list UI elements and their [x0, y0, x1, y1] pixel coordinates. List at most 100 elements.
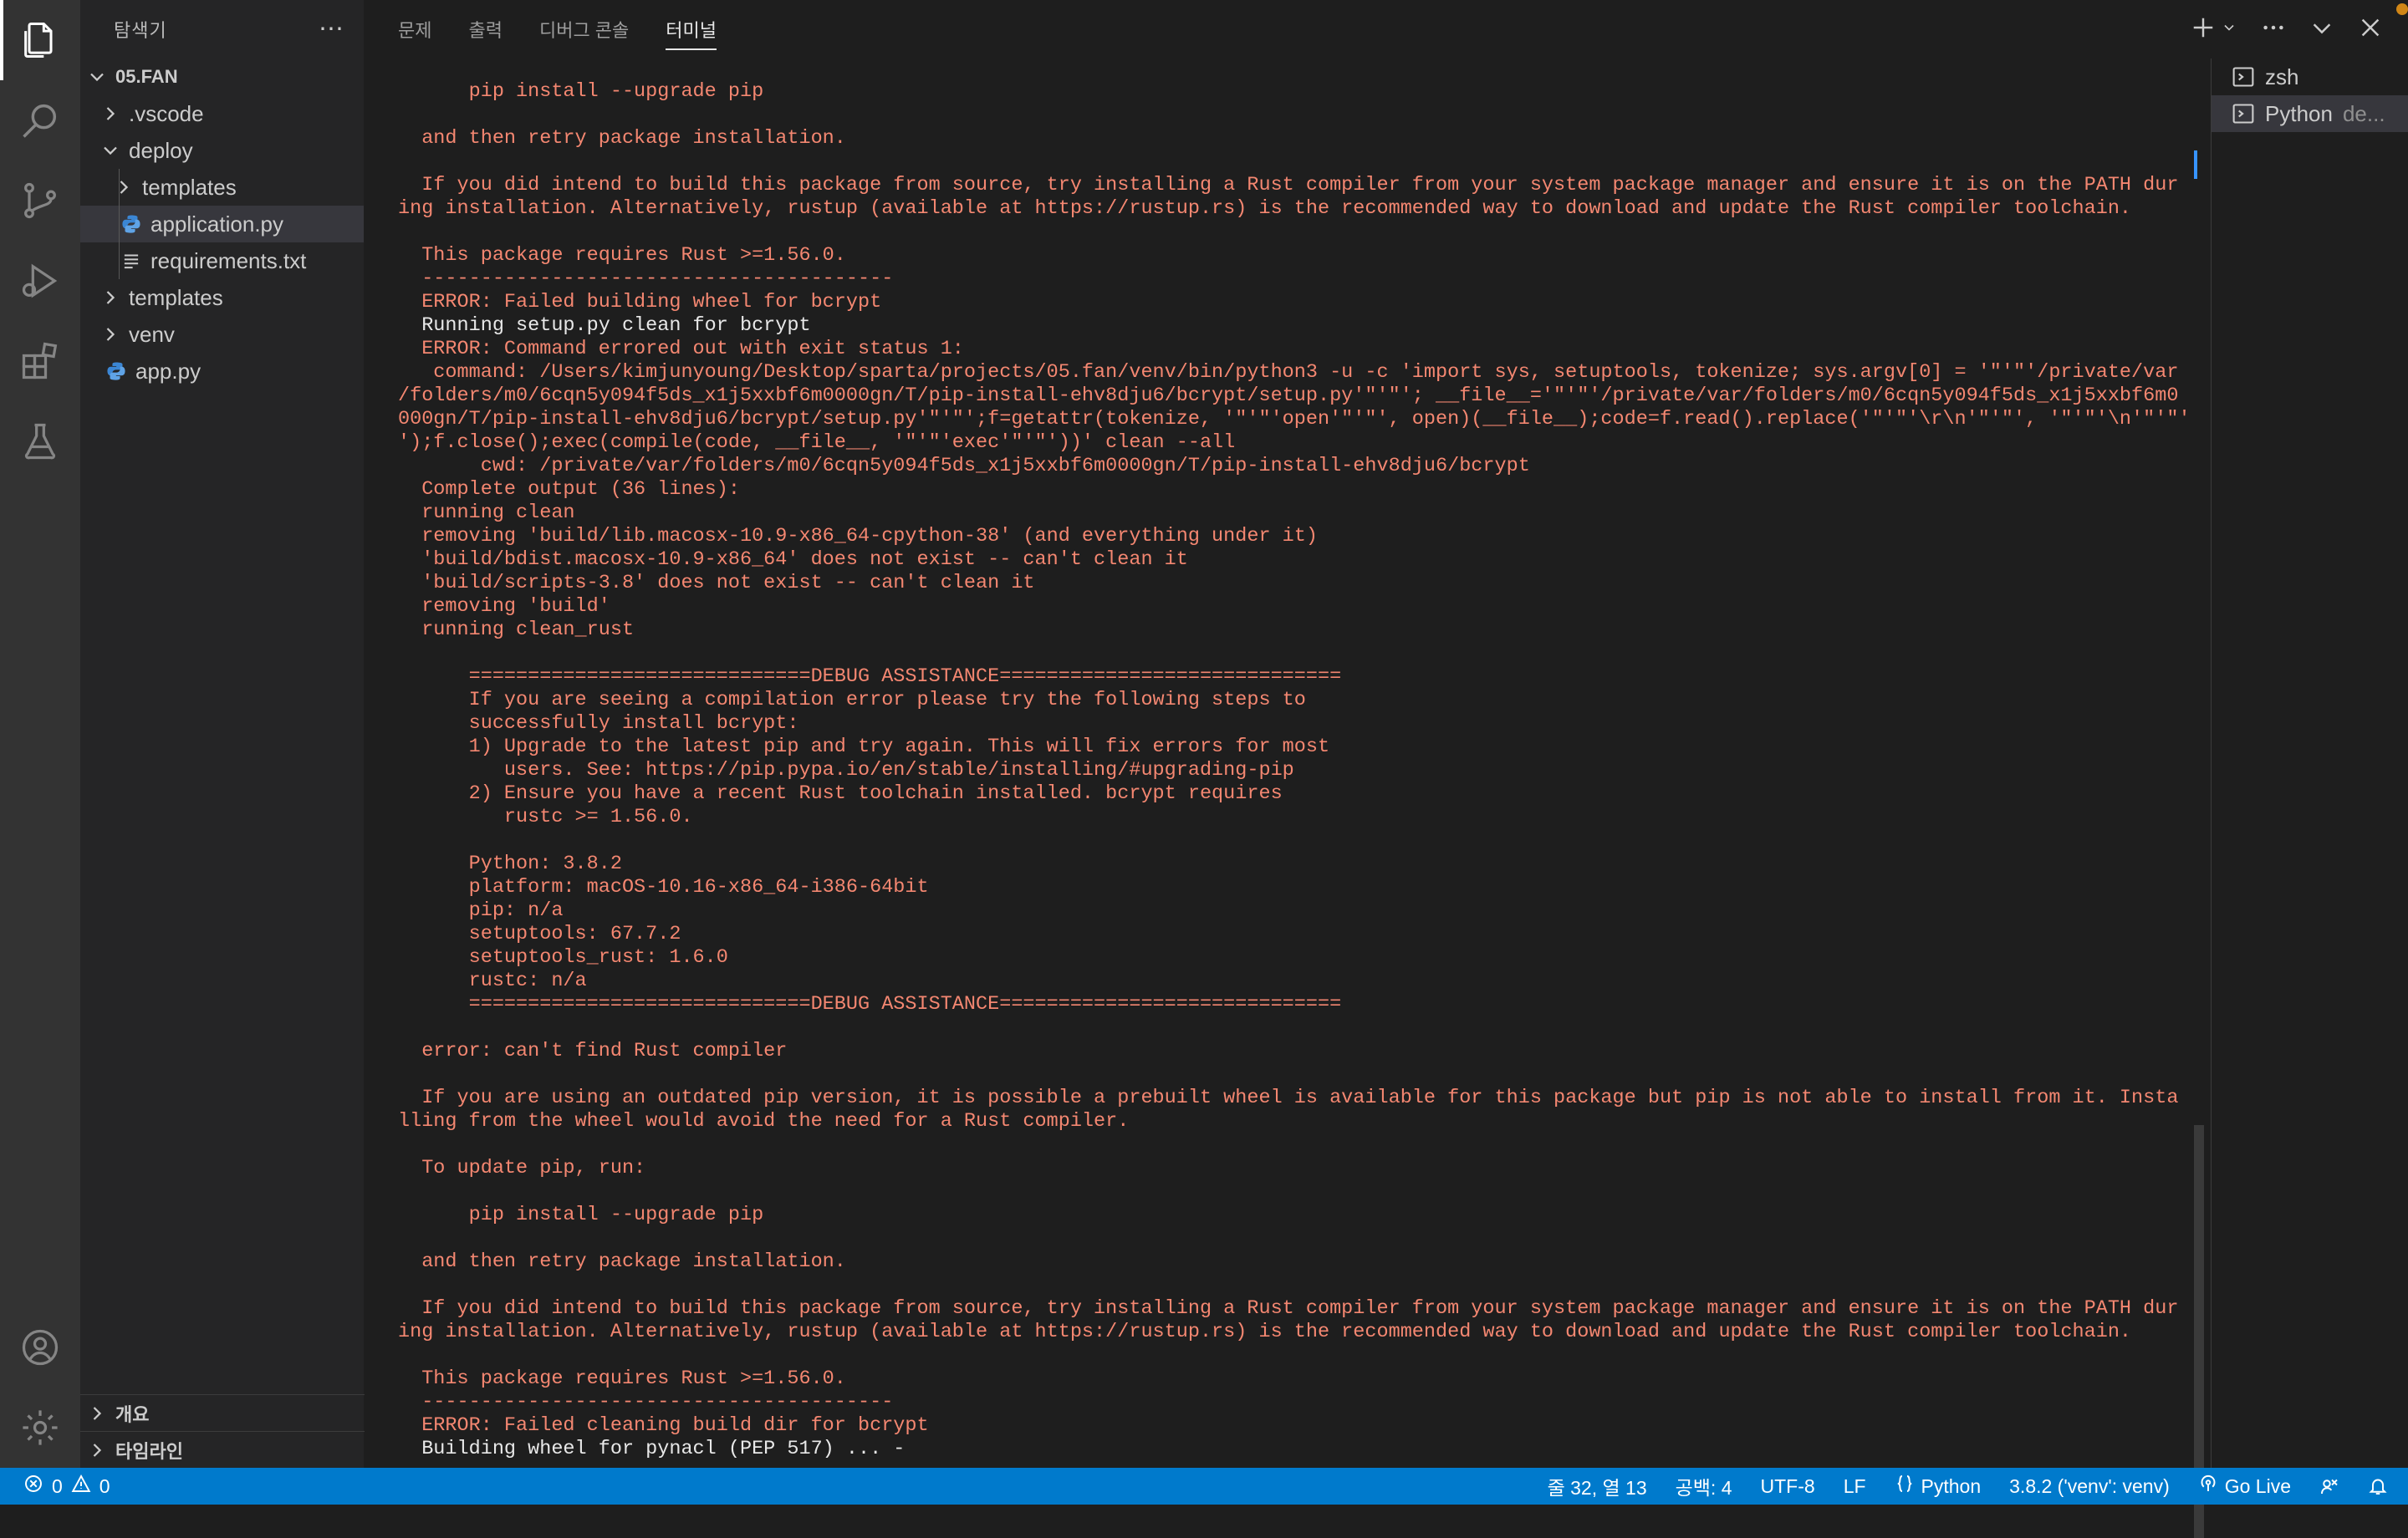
chevron-right-icon [99, 102, 122, 125]
notifications-bell-icon[interactable] [2368, 1476, 2388, 1496]
terminal-line: ERROR: Failed building wheel for bcrypt [398, 291, 882, 313]
folder-label: .vscode [129, 100, 204, 126]
terminal-line: Python: 3.8.2 [398, 853, 622, 875]
terminal-line: successfully install bcrypt: [398, 712, 799, 735]
terminal-line: rustc: n/a [398, 970, 587, 992]
terminal-line: =============================DEBUG ASSIS… [398, 665, 1342, 688]
terminal-line: ---------------------------------------- [398, 267, 894, 290]
end-of-line[interactable]: LF [1844, 1475, 1866, 1498]
tree-file-requirements[interactable]: requirements.txt [80, 242, 364, 279]
terminal-scrollbar[interactable] [2191, 70, 2206, 1538]
terminal-item-zsh[interactable]: zsh [2212, 59, 2408, 95]
explorer-sidebar: 탐색기 ⋯ 05.FAN .vscode deploy templates ap… [80, 0, 365, 1468]
tree-folder-deploy-templates[interactable]: templates [80, 169, 364, 206]
section-label: 개요 [115, 1403, 150, 1425]
folder-label: templates [142, 174, 237, 200]
testing-icon[interactable] [0, 401, 80, 481]
terminal-line: and then retry package installation. [398, 127, 846, 150]
terminal-line: rustc >= 1.56.0. [398, 806, 693, 828]
extensions-icon[interactable] [0, 321, 80, 401]
outline-section[interactable]: 개요 [80, 1394, 365, 1431]
vscode-window: 탐색기 ⋯ 05.FAN .vscode deploy templates ap… [0, 0, 2408, 1538]
broadcast-icon [2198, 1474, 2218, 1499]
tree-file-app-py[interactable]: app.py [80, 353, 364, 390]
chevron-down-icon [85, 65, 109, 89]
tree-folder-venv[interactable]: venv [80, 316, 364, 353]
chevron-down-icon [99, 139, 122, 162]
terminal-line: platform: macOS-10.16-x86_64-i386-64bit [398, 876, 929, 899]
maximize-panel-icon[interactable] [2309, 15, 2334, 44]
terminal-line: Building wheel for pynacl (PEP 517) ... … [398, 1438, 906, 1460]
chevron-right-icon [112, 176, 135, 199]
more-actions-icon[interactable] [2261, 15, 2286, 44]
warning-count: 0 [99, 1474, 110, 1497]
sidebar-bottom-sections: 개요 타임라인 [80, 1394, 365, 1468]
run-debug-icon[interactable] [0, 241, 80, 321]
file-label: requirements.txt [150, 247, 307, 273]
terminal-line: If you are using an outdated pip version… [398, 1087, 2179, 1109]
tab-terminal[interactable]: 터미널 [666, 0, 717, 59]
tab-debug-console[interactable]: 디버그 콘솔 [539, 0, 629, 59]
folder-root[interactable]: 05.FAN [80, 59, 364, 95]
chevron-right-icon [99, 323, 122, 346]
tab-problems[interactable]: 문제 [398, 0, 431, 59]
language-mode[interactable]: Python [1895, 1474, 1981, 1499]
status-problems[interactable]: 0 0 [23, 1468, 110, 1505]
terminal-line: 000gn/T/pip-install-ehv8dju6/bcrypt/setu… [398, 408, 2191, 430]
terminal-item-python[interactable]: Python de... [2212, 95, 2408, 132]
timeline-section[interactable]: 타임라인 [80, 1431, 365, 1468]
explorer-header: 탐색기 ⋯ [80, 0, 364, 59]
indent-guide [119, 242, 120, 279]
terminal-line: lling from the wheel would avoid the nee… [398, 1110, 1130, 1133]
python-interpreter[interactable]: 3.8.2 ('venv': venv) [2009, 1475, 2170, 1498]
close-panel-icon[interactable] [2358, 15, 2383, 44]
indentation[interactable]: 공백: 4 [1676, 1472, 1732, 1500]
terminal-line: Running setup.py clean for bcrypt [398, 314, 811, 337]
encoding[interactable]: UTF-8 [1761, 1475, 1815, 1498]
terminal-line: running clean [398, 502, 575, 524]
more-actions-icon[interactable]: ⋯ [319, 17, 344, 42]
scroll-marker [2194, 150, 2197, 179]
file-label: app.py [135, 358, 202, 384]
terminal-line: To update pip, run: [398, 1157, 646, 1179]
terminal-label: Python [2265, 100, 2333, 126]
tree-folder-deploy[interactable]: deploy [80, 132, 364, 169]
terminal-line: users. See: https://pip.pypa.io/en/stabl… [398, 759, 1294, 782]
feedback-icon[interactable] [2319, 1476, 2339, 1496]
tree-folder-vscode[interactable]: .vscode [80, 95, 364, 132]
tab-output[interactable]: 출력 [468, 0, 502, 59]
terminal-line: removing 'build' [398, 595, 610, 618]
terminal-line: ERROR: Command errored out with exit sta… [398, 338, 964, 360]
section-label: 타임라인 [115, 1440, 183, 1462]
tree-folder-templates[interactable]: templates [80, 279, 364, 316]
terminal-line: pip: n/a [398, 899, 564, 922]
python-file-icon [105, 360, 127, 382]
new-terminal-icon[interactable] [2191, 15, 2216, 44]
terminal-line: ');f.close();exec(compile(code, __file__… [398, 431, 1236, 454]
source-control-icon[interactable] [0, 160, 80, 241]
terminal-line: If you are seeing a compilation error pl… [398, 689, 1306, 711]
explorer-icon[interactable] [0, 0, 80, 80]
go-live[interactable]: Go Live [2198, 1474, 2291, 1499]
terminal-line: ---------------------------------------- [398, 1391, 894, 1413]
terminal-line: 2) Ensure you have a recent Rust toolcha… [398, 782, 1283, 805]
notification-dot [2396, 3, 2408, 15]
search-icon[interactable] [0, 80, 80, 160]
terminal-output[interactable]: pip install --upgrade pip and then retry… [398, 80, 2221, 1468]
warning-icon [71, 1474, 91, 1499]
terminal-line: Complete output (36 lines): [398, 478, 740, 501]
chevron-down-icon[interactable] [2221, 19, 2237, 40]
terminal-line: error: can't find Rust compiler [398, 1040, 788, 1062]
cursor-position[interactable]: 줄 32, 열 13 [1548, 1472, 1647, 1500]
terminal-line: ERROR: Failed cleaning build dir for bcr… [398, 1414, 929, 1437]
file-label: application.py [150, 211, 283, 237]
account-icon[interactable] [0, 1307, 80, 1388]
tree-file-application-py[interactable]: application.py [80, 206, 364, 242]
settings-gear-icon[interactable] [0, 1388, 80, 1468]
chevron-right-icon [99, 286, 122, 309]
